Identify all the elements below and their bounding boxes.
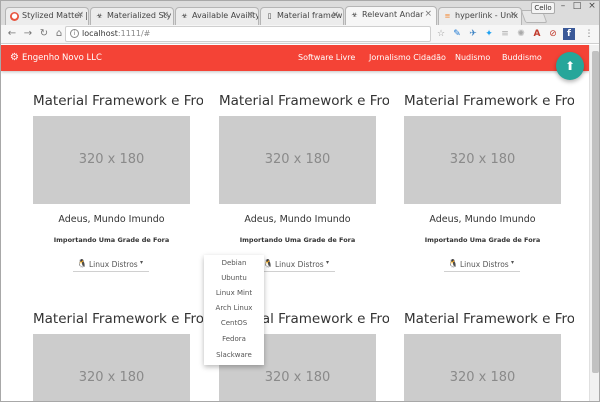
- dropdown-label: Linux Distros: [275, 260, 324, 269]
- linux-distros-dropdown-open[interactable]: 🐧 Linux Distros ▾: [259, 257, 335, 272]
- twitter-icon[interactable]: ✦: [483, 28, 495, 40]
- card-image-placeholder: 320 x 180: [33, 334, 190, 401]
- extension-slash-icon[interactable]: ⊘: [547, 28, 559, 40]
- home-icon[interactable]: ⌂: [52, 27, 66, 41]
- close-icon[interactable]: ×: [161, 10, 169, 20]
- info-icon[interactable]: i: [70, 29, 79, 38]
- brand-label: Engenho Novo LLC: [21, 53, 102, 63]
- penguin-icon: 🐧: [77, 259, 87, 268]
- menu-item-debian[interactable]: Debian: [204, 256, 264, 271]
- browser-toolbar: ← → ↻ ⌂ i localhost:1111/# ☆ ✎ ✈ ✦ ≡ ✺ A…: [1, 25, 599, 44]
- close-icon[interactable]: ×: [246, 10, 254, 20]
- linux-distros-dropdown[interactable]: 🐧 Linux Distros ▾: [444, 257, 520, 272]
- nav-link-buddismo[interactable]: Buddismo: [502, 53, 542, 62]
- back-icon[interactable]: ←: [5, 27, 19, 41]
- dropdown-label: Linux Distros: [89, 260, 138, 269]
- extension-bird-icon[interactable]: ✈: [467, 28, 479, 40]
- maximize-icon[interactable]: □: [571, 1, 583, 11]
- url-path: :1111/#: [117, 29, 151, 38]
- reload-icon[interactable]: ↻: [37, 27, 51, 41]
- card-subtitle: Adeus, Mundo Imundo: [429, 214, 536, 225]
- menu-item-slackware[interactable]: Slackware: [204, 348, 264, 363]
- card-title: Material Framework e Frow: [33, 311, 203, 327]
- profile-button[interactable]: Cello: [531, 2, 555, 14]
- nav-link-jornalismo[interactable]: Jornalismo Cidadão: [369, 53, 446, 62]
- close-icon[interactable]: ×: [424, 9, 432, 19]
- caret-down-icon: ▾: [325, 259, 329, 266]
- card-text: Importando Uma Grade de Fora: [53, 236, 170, 244]
- tab-6[interactable]: ≡ hyperlink - Unix ×: [438, 7, 522, 25]
- dropdown-label: Linux Distros: [460, 260, 509, 269]
- tab-title: Relevant Andar: [362, 10, 424, 19]
- close-window-icon[interactable]: ×: [586, 1, 598, 11]
- card-image-placeholder: 320 x 180: [404, 334, 561, 401]
- scrollbar-thumb[interactable]: [592, 51, 599, 373]
- menu-item-fedora[interactable]: Fedora: [204, 332, 264, 347]
- forward-icon[interactable]: →: [21, 27, 35, 41]
- page-scrollbar[interactable]: [589, 45, 599, 401]
- card-subtitle: Adeus, Mundo Imundo: [244, 214, 351, 225]
- page-content: ⚙ Engenho Novo LLC Software Livre Jornali…: [1, 45, 589, 401]
- linux-distros-dropdown[interactable]: 🐧 Linux Distros ▾: [73, 257, 149, 272]
- penguin-icon: 🐧: [448, 259, 458, 268]
- biohazard-icon: ☣: [96, 12, 103, 20]
- tab-2[interactable]: ☣ Materialized Sty ×: [90, 7, 174, 25]
- document-icon: ▯: [267, 12, 272, 20]
- close-icon[interactable]: ×: [509, 10, 517, 20]
- card-image-placeholder: 320 x 180: [33, 116, 190, 204]
- card-title: Material Framework e Frow: [219, 93, 389, 109]
- tab-strip: ● Stylized Matter | × ☣ Materialized Sty…: [1, 1, 599, 25]
- upload-fab[interactable]: ⬆: [556, 52, 584, 80]
- brand[interactable]: ⚙ Engenho Novo LLC: [10, 52, 102, 63]
- minimize-icon[interactable]: –: [557, 1, 569, 11]
- globe-icon: ●: [10, 12, 19, 21]
- bookmark-star-icon[interactable]: ☆: [435, 28, 447, 40]
- close-icon[interactable]: ×: [331, 10, 339, 20]
- menu-item-ubuntu[interactable]: Ubuntu: [204, 271, 264, 286]
- linux-distros-menu: Debian Ubuntu Linux Mint Arch Linux Cent…: [204, 255, 264, 365]
- card-title: Material Framework e Frow: [404, 311, 574, 327]
- nav-link-software-livre[interactable]: Software Livre: [298, 53, 355, 62]
- tab-5-active[interactable]: ☣ Relevant Andar ×: [345, 6, 437, 25]
- menu-icon[interactable]: ⋮: [583, 28, 595, 40]
- caret-down-icon: ▾: [139, 259, 143, 266]
- biohazard-icon: ☣: [181, 12, 188, 20]
- facebook-icon[interactable]: f: [563, 28, 575, 40]
- tab-3[interactable]: ☣ Available Availity ×: [175, 7, 259, 25]
- url-host: localhost: [82, 29, 118, 38]
- penguin-icon: 🐧: [263, 259, 273, 268]
- tab-4[interactable]: ▯ Material framew ×: [260, 7, 344, 25]
- close-icon[interactable]: ×: [76, 10, 84, 20]
- card-subtitle: Adeus, Mundo Imundo: [58, 214, 165, 225]
- address-bar[interactable]: i localhost:1111/#: [65, 26, 431, 42]
- stackexchange-icon: ≡: [444, 12, 451, 20]
- caret-down-icon: ▾: [510, 259, 514, 266]
- tab-1[interactable]: ● Stylized Matter | ×: [5, 7, 89, 25]
- menu-item-linux-mint[interactable]: Linux Mint: [204, 286, 264, 301]
- upload-icon: ⬆: [564, 59, 576, 73]
- app-navbar: ⚙ Engenho Novo LLC Software Livre Jornali…: [1, 45, 589, 71]
- card-title: Material Framework e Frow: [33, 93, 203, 109]
- card-title: Material Framework e Frow: [404, 93, 574, 109]
- extension-lines-icon[interactable]: ≡: [499, 28, 511, 40]
- extension-sun-icon[interactable]: ✺: [515, 28, 527, 40]
- extension-pen-icon[interactable]: ✎: [451, 28, 463, 40]
- nav-link-nudismo[interactable]: Nudismo: [455, 53, 490, 62]
- extension-a-icon[interactable]: A: [531, 28, 543, 40]
- browser-window: ● Stylized Matter | × ☣ Materialized Sty…: [0, 0, 600, 402]
- card-text: Importando Uma Grade de Fora: [424, 236, 541, 244]
- menu-item-centos[interactable]: CentOS: [204, 316, 264, 331]
- card-image-placeholder: 320 x 180: [404, 116, 561, 204]
- biohazard-icon: ☣: [351, 11, 358, 19]
- card-text: Importando Uma Grade de Fora: [239, 236, 356, 244]
- gears-icon: ⚙: [10, 52, 19, 63]
- menu-item-arch-linux[interactable]: Arch Linux: [204, 301, 264, 316]
- card-image-placeholder: 320 x 180: [219, 116, 376, 204]
